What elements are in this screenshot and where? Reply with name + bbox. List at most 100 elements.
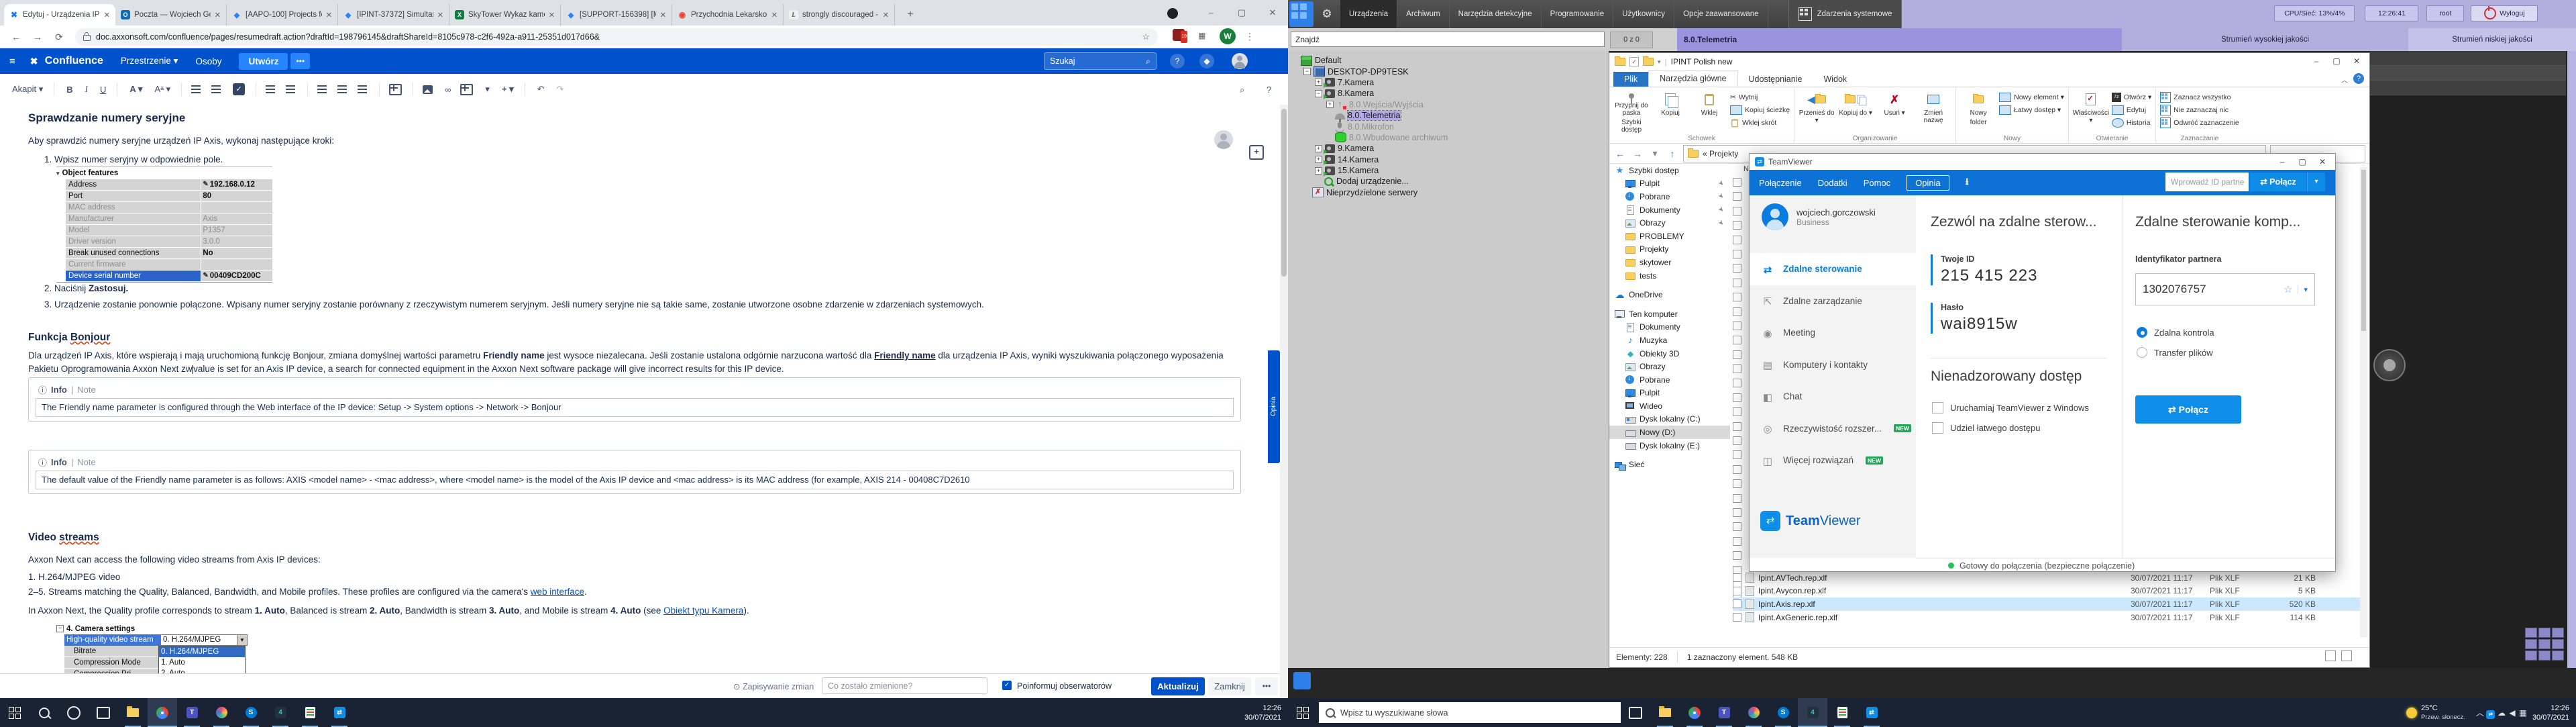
sidebar-item[interactable]: Dysk lokalny (E:) ➤ xyxy=(1609,439,1730,452)
device-label[interactable]: Default xyxy=(1315,56,1342,65)
explorer-scrollbar[interactable] xyxy=(2360,167,2367,637)
outdent-icon[interactable] xyxy=(266,85,276,94)
panel-scrollbar[interactable] xyxy=(2567,51,2576,668)
tab-view[interactable]: Widok xyxy=(1813,72,1858,87)
tab-close-icon[interactable]: ✕ xyxy=(549,11,555,19)
property-row[interactable]: Model ✎P1357 xyxy=(66,225,272,236)
dropdown-option[interactable]: 0. H.264/MJPEG xyxy=(159,646,245,657)
teams-icon[interactable]: T xyxy=(177,698,207,727)
favorite-star-icon[interactable]: ☆ xyxy=(2284,283,2292,295)
device-label[interactable]: 8.0.Telemetria xyxy=(1348,111,1401,120)
device-label[interactable]: 15.Kamera xyxy=(1338,166,1379,175)
dropdown-option[interactable]: 1. Auto xyxy=(159,657,245,668)
new-tab-button[interactable]: + xyxy=(903,8,918,23)
properties-button[interactable]: Właściwości ▾ xyxy=(2073,90,2109,134)
remote-control-radio-row[interactable]: Zdalna kontrola xyxy=(2137,327,2214,338)
file-transfer-radio-row[interactable]: Transfer plików xyxy=(2137,347,2213,358)
property-row[interactable]: Device serial number ✎00409CD200C xyxy=(66,271,272,281)
sidebar-item[interactable]: Dokumenty ➤ xyxy=(1609,321,1730,334)
menu-item[interactable]: Połączenie xyxy=(1759,178,1802,188)
axxon-tab[interactable]: Urządzenia xyxy=(1340,0,1397,28)
start-with-windows-row[interactable]: Uruchamiaj TeamViewer z Windows xyxy=(1932,402,2089,414)
settings-gear-icon[interactable]: ⚙ xyxy=(1313,0,1340,28)
confluence-logo[interactable]: ✖Confluence xyxy=(30,55,103,67)
sidebar-item[interactable]: tests ➤ xyxy=(1609,269,1730,283)
device-label[interactable]: 8.0.Wejścia/Wyjścia xyxy=(1349,100,1424,109)
your-id-value[interactable]: 215 415 223 xyxy=(1941,266,2037,285)
details-view-icon[interactable] xyxy=(2325,650,2336,661)
paint3d-icon[interactable] xyxy=(207,698,236,727)
tab-close-icon[interactable]: ✕ xyxy=(660,11,666,19)
file-row[interactable]: Ipint.Avycon.rep.xlf 30/07/2021 11:17 Pl… xyxy=(1733,585,2360,598)
skype-icon[interactable]: S xyxy=(236,698,266,727)
edit-button[interactable]: Edytuj xyxy=(2112,105,2151,115)
select-all-button[interactable]: Zaznacz wszystko xyxy=(2160,92,2239,103)
insert-image-icon[interactable] xyxy=(423,85,433,94)
taskbar-clock[interactable]: 12:2630/07/2021 xyxy=(2532,704,2569,722)
address-bar[interactable]: doc.axxonsoft.com/confluence/pages/resum… xyxy=(75,28,1158,46)
tree-expander-icon[interactable] xyxy=(1292,58,1298,64)
explorer-help-icon[interactable]: ? xyxy=(2353,73,2364,84)
property-row[interactable]: Current firmware ✎ xyxy=(66,259,272,270)
axxon-tab[interactable]: Programowanie xyxy=(1542,0,1614,28)
device-label[interactable]: 9.Kamera xyxy=(1338,144,1374,153)
nav-more-button[interactable]: ••• xyxy=(290,53,310,69)
property-row[interactable]: Manufacturer ✎Axis xyxy=(66,213,272,224)
minimize-button[interactable]: – xyxy=(1195,0,1226,26)
camera-setting-value[interactable]: 0. H.264/MJPEG▼ xyxy=(160,634,248,646)
forward-icon[interactable]: → xyxy=(31,30,44,44)
underline-button[interactable]: U xyxy=(100,85,106,95)
easy-access-row[interactable]: Udziel łatwego dostępu xyxy=(1932,422,2040,434)
device-label[interactable]: DESKTOP-DP9TESK xyxy=(1328,67,1409,77)
device-tree-item[interactable]: Default xyxy=(1288,55,1609,66)
teamviewer-title-bar[interactable]: ⇄ TeamViewer –▢✕ xyxy=(1750,154,2335,170)
tree-expander-icon[interactable] xyxy=(1326,113,1332,119)
device-tree-item[interactable]: 8.0.Mikrofon xyxy=(1288,121,1609,132)
device-tree-item[interactable]: 8.0.Telemetria xyxy=(1288,110,1609,121)
axxon-tab[interactable]: Narzędzia detekcyjne xyxy=(1450,0,1542,28)
device-label[interactable]: 7.Kamera xyxy=(1338,78,1374,87)
extension-icon[interactable]: 19 xyxy=(1173,29,1185,41)
property-row[interactable]: Break unused connections ✎No xyxy=(66,248,272,258)
sidebar-item[interactable]: Wideo ➤ xyxy=(1609,399,1730,413)
sidebar-item[interactable]: Projekty ➤ xyxy=(1609,243,1730,256)
file-row[interactable]: Ipint.AxGeneric.rep.xlf 30/07/2021 11:17… xyxy=(1733,611,2360,624)
history-dropdown-icon[interactable]: ▾ xyxy=(1648,148,1662,159)
layout-tile-button[interactable] xyxy=(1293,672,1311,689)
history-button[interactable]: Historia xyxy=(2112,117,2151,128)
device-tree-item[interactable]: + 9.Kamera xyxy=(1288,143,1609,154)
teamviewer-taskbar-icon[interactable]: ⇄ xyxy=(325,698,354,727)
new-item-button[interactable]: Nowy element ▾ xyxy=(1999,92,2064,103)
connect-button[interactable]: ⇄ Połącz xyxy=(2135,395,2241,424)
browser-profile-icon[interactable] xyxy=(1167,8,1178,19)
device-tree-item[interactable]: + 15.Kamera xyxy=(1288,165,1609,176)
device-tree-item[interactable]: Nieprzydzielone serwery xyxy=(1288,187,1609,198)
browser-tab[interactable]: ✖ Edytuj - Urządzenia IP Axis ✕ xyxy=(4,4,115,26)
sidebar-item[interactable]: Muzyka ➤ xyxy=(1609,334,1730,347)
maximize-button[interactable]: ▢ xyxy=(2292,154,2312,171)
file-checkbox-column[interactable] xyxy=(1733,178,1742,621)
maximize-button[interactable]: ▢ xyxy=(1226,0,1257,26)
notify-watchers-checkbox[interactable]: ✓ xyxy=(1002,681,1012,690)
insert-more-button[interactable]: + ▾ xyxy=(502,84,514,95)
undo-icon[interactable]: ↶ xyxy=(537,84,545,95)
paragraph-style-dropdown[interactable]: Akapit ▾ xyxy=(12,84,43,95)
sidebar-item[interactable]: Obiekty 3D ➤ xyxy=(1609,347,1730,360)
open-button[interactable]: 7zOtwórz ▾ xyxy=(2112,92,2151,103)
close-button[interactable]: ✕ xyxy=(2347,53,2367,70)
tray-teamviewer-icon[interactable]: ⇄ xyxy=(2485,708,2496,718)
table-dropdown-icon[interactable]: ▾ xyxy=(485,84,490,95)
text-color-button[interactable]: A ▾ xyxy=(129,84,142,95)
tab-close-icon[interactable]: ✕ xyxy=(326,11,332,19)
explorer-title-bar[interactable]: ✓ ▾ | IPINT Polish new –▢✕ xyxy=(1609,53,2369,70)
help-icon[interactable]: ? xyxy=(1170,54,1185,68)
file-checkbox[interactable] xyxy=(1733,599,1741,608)
skype-icon[interactable]: S xyxy=(1768,698,1798,727)
sidebar-item[interactable]: Dokumenty ➤ xyxy=(1609,203,1730,217)
minimize-button[interactable]: – xyxy=(2306,53,2326,70)
tray-onedrive-icon[interactable]: ☁ xyxy=(2496,708,2507,718)
change-note-input[interactable]: Co zostało zmienione? xyxy=(822,677,987,694)
tab-close-icon[interactable]: ✕ xyxy=(771,11,777,19)
layout-icon[interactable] xyxy=(389,84,402,95)
tab-close-icon[interactable]: ✕ xyxy=(883,11,889,19)
